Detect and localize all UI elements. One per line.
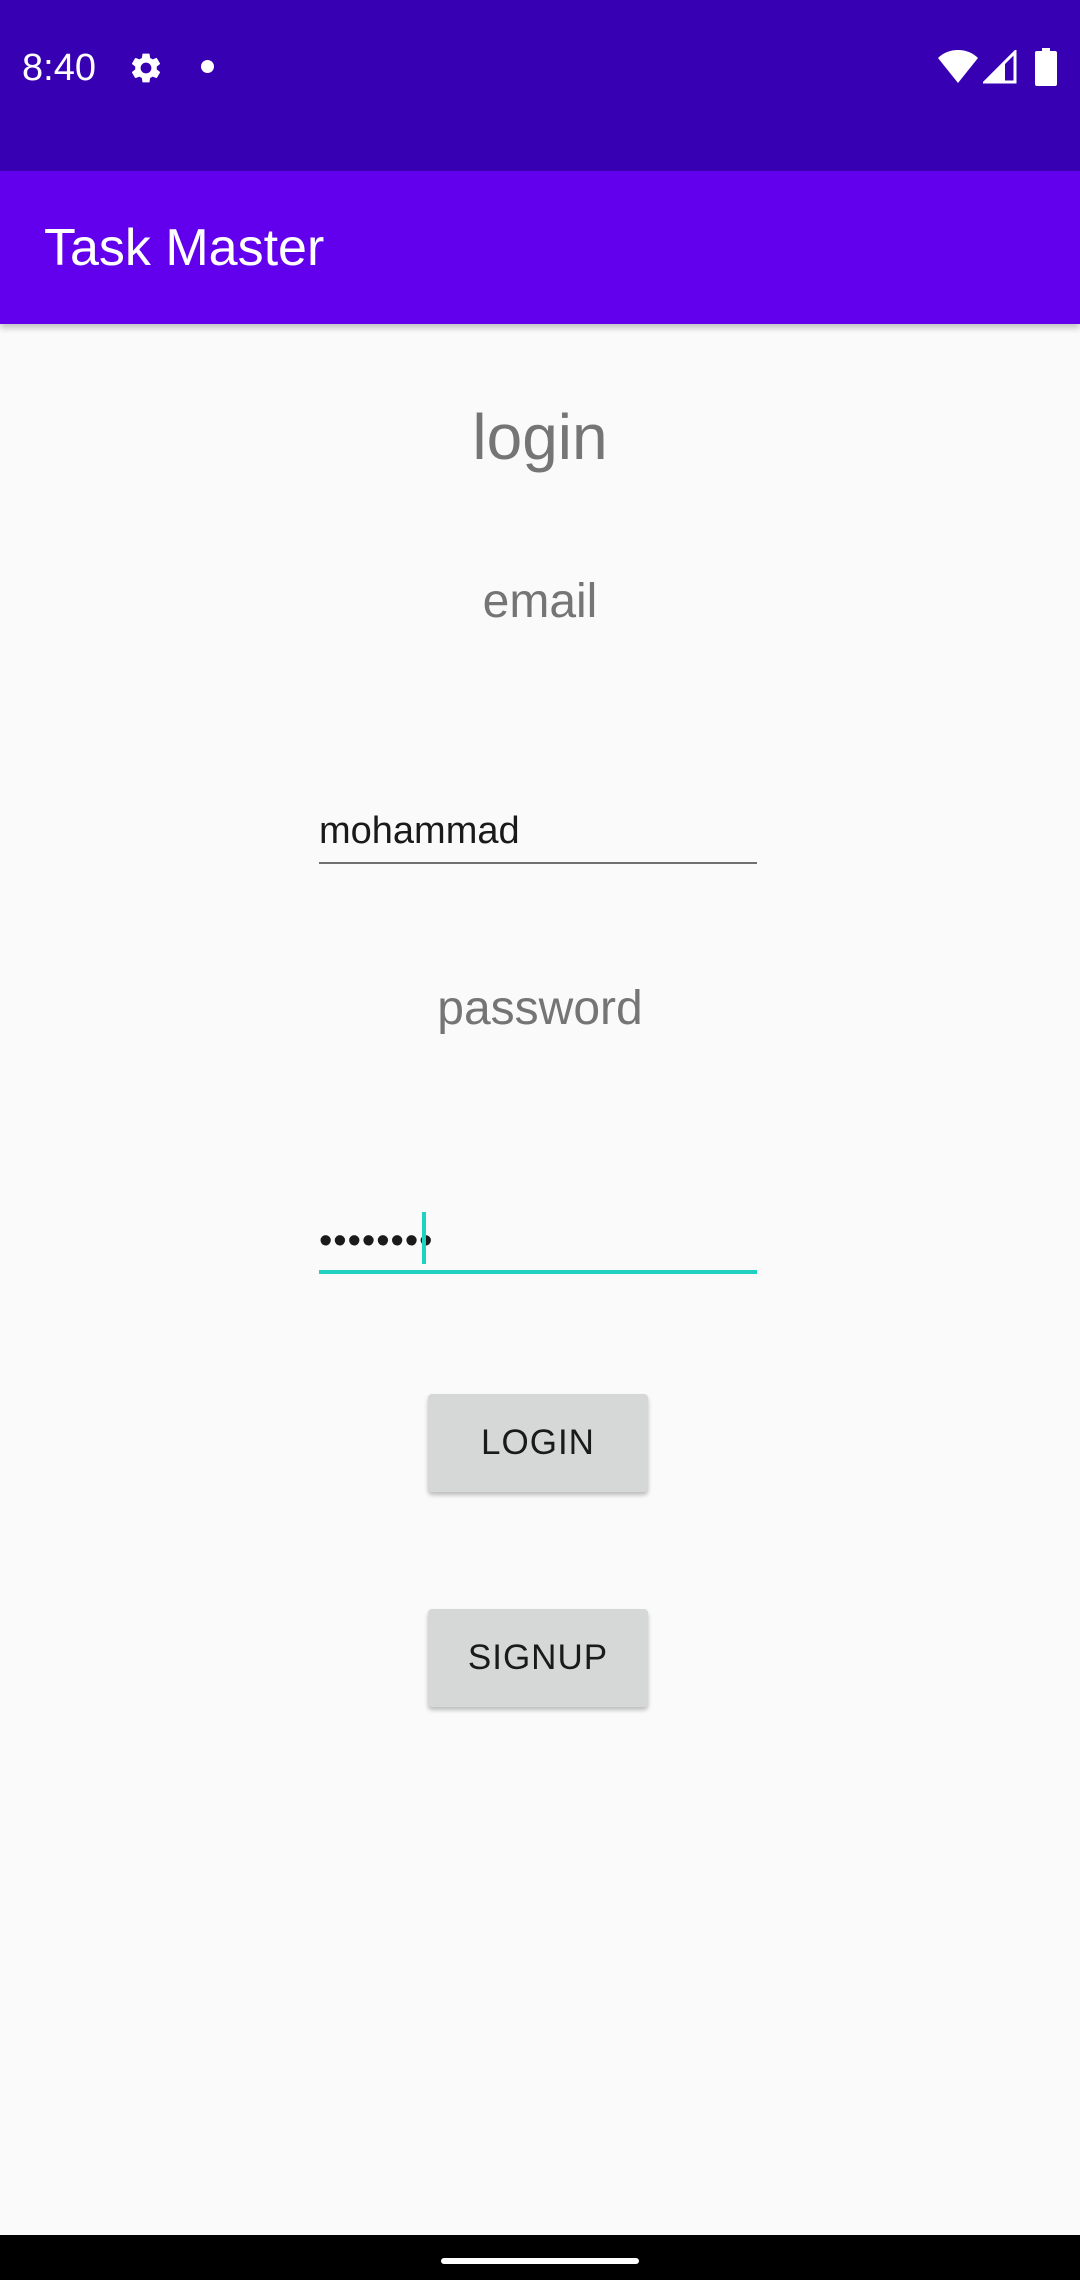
email-field-underline xyxy=(319,862,757,864)
login-heading: login xyxy=(472,401,608,473)
navigation-bar xyxy=(0,2235,1080,2280)
status-bar: 8:40 xyxy=(0,0,1080,171)
password-field-container xyxy=(319,1210,757,1274)
email-field-container xyxy=(319,800,757,864)
password-field[interactable] xyxy=(319,1210,757,1272)
password-label: password xyxy=(437,982,643,1035)
signup-button[interactable]: SIGNUP xyxy=(428,1609,648,1707)
app-bar: Task Master xyxy=(0,171,1080,324)
signal-icon xyxy=(983,50,1017,84)
email-label: email xyxy=(482,575,598,628)
notification-dot-icon xyxy=(201,60,214,73)
app-title: Task Master xyxy=(44,219,325,277)
wifi-icon xyxy=(938,50,978,83)
text-cursor xyxy=(422,1212,426,1264)
home-handle[interactable] xyxy=(441,2258,639,2264)
login-button[interactable]: LOGIN xyxy=(428,1394,648,1492)
battery-icon xyxy=(1035,48,1057,86)
email-field[interactable] xyxy=(319,800,757,862)
gear-icon xyxy=(131,53,161,83)
status-time: 8:40 xyxy=(22,47,96,89)
password-field-underline xyxy=(319,1270,757,1274)
